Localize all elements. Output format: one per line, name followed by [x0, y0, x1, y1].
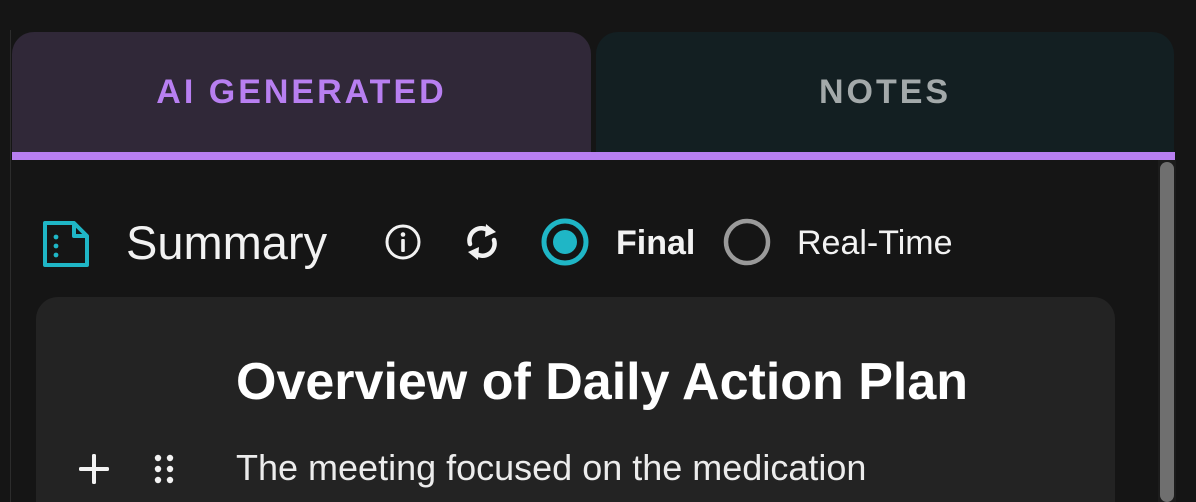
add-block-icon[interactable] — [76, 451, 112, 487]
app-stage: AI GENERATED NOTES Summary Final Real-Ti… — [0, 0, 1196, 502]
scrollbar-thumb[interactable] — [1160, 162, 1174, 502]
summary-card: Overview of Daily Action Plan The meetin… — [36, 297, 1115, 502]
tab-notes[interactable]: NOTES — [596, 32, 1174, 152]
left-divider — [10, 30, 11, 502]
section-title: Summary — [126, 216, 328, 269]
drag-handle-icon[interactable] — [150, 451, 178, 487]
tab-ai-generated-label: AI GENERATED — [156, 72, 447, 111]
tab-ai-generated[interactable]: AI GENERATED — [12, 32, 591, 152]
summary-paragraph[interactable]: The meeting focused on the medication — [236, 445, 866, 491]
radio-real-time-label[interactable]: Real-Time — [797, 220, 953, 266]
radio-real-time[interactable] — [722, 217, 772, 267]
info-icon[interactable] — [384, 223, 422, 261]
document-icon — [43, 221, 89, 267]
tab-notes-label: NOTES — [818, 72, 952, 111]
radio-final-selected[interactable] — [540, 217, 590, 267]
summary-heading[interactable]: Overview of Daily Action Plan — [236, 349, 968, 415]
summary-header: Summary Final Real-Time — [40, 212, 1140, 274]
active-tab-indicator — [12, 152, 1175, 160]
refresh-icon[interactable] — [461, 221, 503, 263]
radio-final-label[interactable]: Final — [616, 220, 695, 266]
